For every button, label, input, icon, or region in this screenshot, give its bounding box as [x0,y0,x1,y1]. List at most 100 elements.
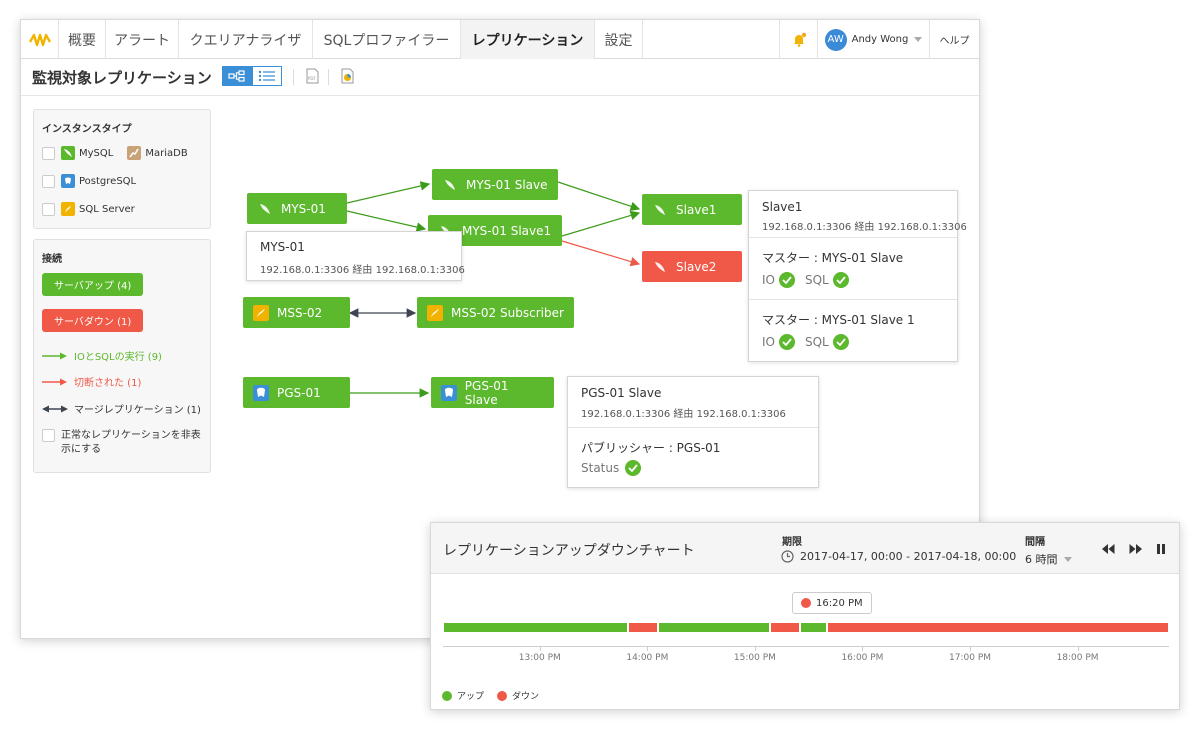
node-label: MSS-02 Subscriber [451,305,564,320]
x-tick-label: 18:00 PM [1056,653,1099,663]
node-label: Slave2 [676,259,717,274]
sql-label: SQL [804,335,829,349]
link-slave1-slave1 [561,210,641,237]
sql-label: SQL [804,273,829,287]
rewind-button[interactable] [1101,542,1115,556]
check-icon [778,334,795,350]
up-dot-icon [442,690,452,701]
rewind-icon [1101,544,1114,554]
link-slave-slave1 [557,181,641,211]
link-mys01-slave [346,181,431,204]
card-subtitle: 192.168.0.1:3306 経由 192.168.0.1:3306 [581,409,786,420]
node-pgs01[interactable]: PGS-01 [243,377,350,408]
x-tick [970,646,972,651]
node-label: PGS-01 [277,385,321,400]
check-icon [832,272,849,288]
card-title: PGS-01 Slave [581,386,662,400]
time-marker[interactable]: 16:20 PM [792,592,872,614]
timeline-segment-up[interactable] [801,623,826,632]
io-label: IO [762,335,775,349]
detail-card-mys01: MYS-01 192.168.0.1:3306 経由 192.168.0.1:3… [246,231,465,281]
node-label: MYS-01 Slave1 [462,223,552,238]
node-label: Slave1 [676,202,717,217]
node-label: MSS-02 [277,305,323,320]
master-label: マスター : MYS-01 Slave 1 [762,313,915,327]
link-slave1-slave2 [561,240,641,267]
legend-up-label: アップ [457,692,485,702]
x-tick-label: 16:00 PM [841,653,884,663]
interval-value: 6 時間 [1025,553,1058,566]
down-dot-icon [497,690,507,701]
x-tick [647,646,649,651]
x-tick-label: 17:00 PM [949,653,992,663]
x-tick [1077,646,1079,651]
node-slave1[interactable]: Slave1 [642,194,742,225]
clock-icon [781,550,794,563]
period-label: 期限 [782,537,802,548]
interval-label: 間隔 [1025,537,1045,548]
legend-down-label: ダウン [512,692,540,702]
node-slave2[interactable]: Slave2 [642,251,742,282]
timeline-segment-down[interactable] [770,623,800,632]
replication-status: Status [581,460,651,476]
node-mss02-subscriber[interactable]: MSS-02 Subscriber [417,297,574,328]
pause-icon [1157,544,1165,554]
legend-up: アップ [442,689,484,702]
check-icon [832,334,849,350]
x-tick-label: 14:00 PM [626,653,669,663]
chart-title: レプリケーションアップダウンチャート [443,543,695,559]
detail-card-slave1: Slave1 192.168.0.1:3306 経由 192.168.0.1:3… [748,190,967,362]
chart-header: レプリケーションアップダウンチャート 期限 2017-04-17, 00:00 … [431,523,1179,574]
timeline-segment-down[interactable] [827,623,1168,632]
x-tick-label: 15:00 PM [733,653,776,663]
marker-time: 16:20 PM [816,597,863,609]
legend-down: ダウン [497,689,539,702]
forward-button[interactable] [1128,542,1142,556]
mysql-icon [257,201,273,217]
node-label: PGS-01 Slave [464,378,509,407]
node-mss02[interactable]: MSS-02 [243,297,350,328]
node-mys01-slave[interactable]: MYS-01 Slave [432,169,558,200]
check-icon [778,272,795,288]
x-tick [862,646,864,651]
postgresql-icon [253,384,269,401]
x-axis [443,646,1169,647]
card-title: Slave1 [762,200,803,214]
io-label: IO [762,273,775,287]
card-title: MYS-01 [260,240,305,254]
sqlserver-icon [427,304,443,321]
link-mys01-slave1 [346,210,427,232]
mysql-icon [442,177,458,193]
replication-status: IO SQL [762,272,859,288]
chevron-down-icon [1063,556,1072,562]
check-icon [625,460,642,476]
updown-chart-panel: レプリケーションアップダウンチャート 期限 2017-04-17, 00:00 … [430,522,1180,710]
x-tick [754,646,756,651]
master-section: マスター : MYS-01 Slave IO SQL [749,237,957,299]
mysql-icon [652,202,668,218]
detail-card-pgs01-slave: PGS-01 Slave 192.168.0.1:3306 経由 192.168… [567,376,819,488]
period-selector[interactable]: 2017-04-17, 00:00 - 2017-04-18, 00:00 [781,550,1016,563]
mysql-icon [652,259,668,275]
status-label: Status [581,461,620,475]
node-label: MYS-01 Slave [466,177,548,192]
timeline-segment-up[interactable] [444,623,627,632]
node-mys01[interactable]: MYS-01 [247,193,347,224]
pause-button[interactable] [1154,542,1168,556]
period-value: 2017-04-17, 00:00 - 2017-04-18, 00:00 [800,550,1017,563]
master-section: マスター : MYS-01 Slave 1 IO SQL [749,299,957,361]
card-subtitle: 192.168.0.1:3306 経由 192.168.0.1:3306 [762,222,967,233]
postgresql-icon [441,384,457,401]
timeline-segment-down[interactable] [628,623,658,632]
replication-status: IO SQL [762,334,859,350]
publisher-section: パブリッシャー : PGS-01 Status [568,427,818,487]
card-subtitle: 192.168.0.1:3306 経由 192.168.0.1:3306 [260,265,465,276]
interval-selector[interactable]: 6 時間 [1025,551,1072,567]
fast-forward-icon [1129,544,1142,554]
node-label: MYS-01 [281,201,326,216]
timeline-segment-up[interactable] [659,623,769,632]
node-pgs01-slave[interactable]: PGS-01 Slave [431,377,554,408]
publisher-label: パブリッシャー : PGS-01 [581,441,721,455]
x-tick-label: 13:00 PM [518,653,561,663]
down-dot-icon [801,598,811,608]
